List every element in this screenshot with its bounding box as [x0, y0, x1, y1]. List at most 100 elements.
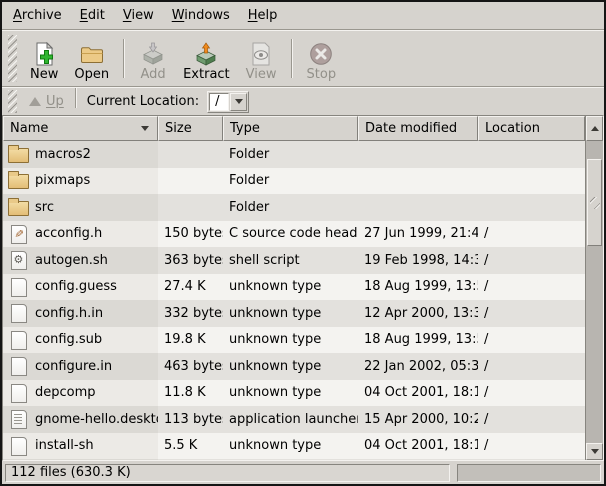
column-header-date-label: Date modified	[365, 121, 457, 136]
up-button[interactable]: Up	[22, 91, 71, 112]
location-combo-dropdown-button[interactable]	[230, 93, 247, 111]
locationbar-drag-handle[interactable]	[8, 90, 17, 113]
file-type: Folder	[223, 173, 358, 188]
view-button-label: View	[246, 67, 277, 82]
file-type: unknown type	[223, 306, 358, 321]
chevron-down-icon	[235, 99, 243, 104]
add-button[interactable]: Add	[131, 34, 175, 84]
scrollbar-down-button[interactable]	[586, 443, 603, 460]
file-location: /	[478, 279, 585, 294]
menu-edit-mnemonic: E	[80, 8, 88, 23]
status-message: 112 files (630.3 K)	[5, 464, 450, 482]
location-combo-entry[interactable]: /	[209, 93, 229, 111]
extract-icon	[194, 42, 218, 66]
menu-view[interactable]: View	[114, 2, 163, 29]
file-type-icon	[8, 304, 29, 322]
file-type-icon	[8, 437, 29, 455]
toolbar: New Open Add Extract View	[2, 31, 604, 86]
stop-button[interactable]: Stop	[299, 34, 345, 84]
scrollbar-thumb[interactable]	[587, 159, 602, 246]
file-location: /	[478, 332, 585, 347]
file-date-modified: 04 Oct 2001, 18:12	[358, 438, 478, 453]
column-header-location[interactable]: Location	[478, 116, 585, 141]
view-button[interactable]: View	[238, 34, 285, 84]
file-type: unknown type	[223, 332, 358, 347]
file-name: acconfig.h	[35, 226, 102, 241]
file-type: application launcher	[223, 412, 358, 427]
file-type-icon	[8, 201, 29, 216]
vertical-scrollbar[interactable]	[585, 116, 603, 460]
up-triangle-icon	[29, 97, 41, 106]
new-button[interactable]: New	[22, 34, 66, 84]
new-archive-icon	[32, 42, 56, 66]
file-size: 332 bytes	[158, 306, 223, 321]
file-location: /	[478, 359, 585, 374]
menu-edit-label: dit	[88, 8, 105, 23]
up-button-label: Up	[46, 94, 64, 109]
menu-archive[interactable]: Archive	[4, 2, 71, 29]
column-header-type[interactable]: Type	[223, 116, 358, 141]
stop-icon	[309, 42, 333, 66]
file-name: depcomp	[35, 385, 96, 400]
column-header-size-label: Size	[165, 121, 192, 136]
toolbar-separator	[123, 39, 125, 78]
column-header-name[interactable]: Name	[3, 116, 158, 141]
file-size: 150 bytes	[158, 226, 223, 241]
grip-lines-icon	[590, 197, 600, 209]
file-name: src	[35, 200, 54, 215]
file-size: 27.4 K	[158, 279, 223, 294]
file-name: configure.in	[35, 359, 112, 374]
file-name: config.sub	[35, 332, 102, 347]
toolbar-drag-handle[interactable]	[8, 35, 17, 82]
table-row[interactable]: config.sub 19.8 K unknown type 18 Aug 19…	[3, 327, 585, 354]
table-row[interactable]: install-sh 5.5 K unknown type 04 Oct 200…	[3, 433, 585, 460]
file-type-icon	[8, 251, 29, 269]
column-header-type-label: Type	[230, 121, 260, 136]
file-date-modified: 27 Jun 1999, 21:49	[358, 226, 478, 241]
file-type-icon	[8, 225, 29, 243]
file-type-icon	[8, 357, 29, 375]
menu-edit[interactable]: Edit	[71, 2, 114, 29]
file-type: unknown type	[223, 385, 358, 400]
menu-archive-mnemonic: A	[13, 8, 22, 23]
table-row[interactable]: config.guess 27.4 K unknown type 18 Aug …	[3, 274, 585, 301]
file-type: unknown type	[223, 438, 358, 453]
file-list: macros2 Folder pixmaps Fo	[3, 141, 585, 460]
table-row-partial[interactable]	[3, 459, 585, 460]
current-location-label: Current Location:	[87, 94, 199, 109]
table-row[interactable]: gnome-hello.desktop 113 bytes applicatio…	[3, 406, 585, 433]
locationbar-separator	[75, 88, 77, 108]
file-name: autogen.sh	[35, 253, 108, 268]
table-row[interactable]: autogen.sh 363 bytes shell script 19 Feb…	[3, 247, 585, 274]
stop-button-label: Stop	[307, 67, 337, 82]
sort-descending-arrow-icon	[141, 126, 149, 131]
file-name: install-sh	[35, 438, 94, 453]
column-header-date-modified[interactable]: Date modified	[358, 116, 478, 141]
file-date-modified: 19 Feb 1998, 14:31	[358, 253, 478, 268]
extract-button[interactable]: Extract	[175, 34, 238, 84]
column-header-size[interactable]: Size	[158, 116, 223, 141]
file-size: 463 bytes	[158, 359, 223, 374]
menu-help[interactable]: Help	[239, 2, 287, 29]
file-name: config.guess	[35, 279, 117, 294]
menu-windows[interactable]: Windows	[163, 2, 239, 29]
file-name: gnome-hello.desktop	[35, 412, 158, 427]
file-name: config.h.in	[35, 306, 103, 321]
table-row[interactable]: depcomp 11.8 K unknown type 04 Oct 2001,…	[3, 380, 585, 407]
open-button[interactable]: Open	[66, 34, 117, 84]
table-row[interactable]: src Folder	[3, 194, 585, 221]
file-date-modified: 12 Apr 2000, 13:36	[358, 306, 478, 321]
table-row[interactable]: pixmaps Folder	[3, 168, 585, 195]
table-row[interactable]: configure.in 463 bytes unknown type 22 J…	[3, 353, 585, 380]
file-type-icon	[8, 410, 29, 428]
file-name: pixmaps	[35, 173, 90, 188]
arrow-down-icon	[591, 449, 599, 454]
table-row[interactable]: config.h.in 332 bytes unknown type 12 Ap…	[3, 300, 585, 327]
scrollbar-up-button[interactable]	[586, 116, 603, 141]
table-row[interactable]: acconfig.h 150 bytes C source code heade…	[3, 221, 585, 248]
file-date-modified: 18 Aug 1999, 13:53	[358, 279, 478, 294]
table-row[interactable]: macros2 Folder	[3, 141, 585, 168]
file-size: 363 bytes	[158, 253, 223, 268]
toolbar-separator	[291, 39, 293, 78]
file-name: macros2	[35, 147, 91, 162]
